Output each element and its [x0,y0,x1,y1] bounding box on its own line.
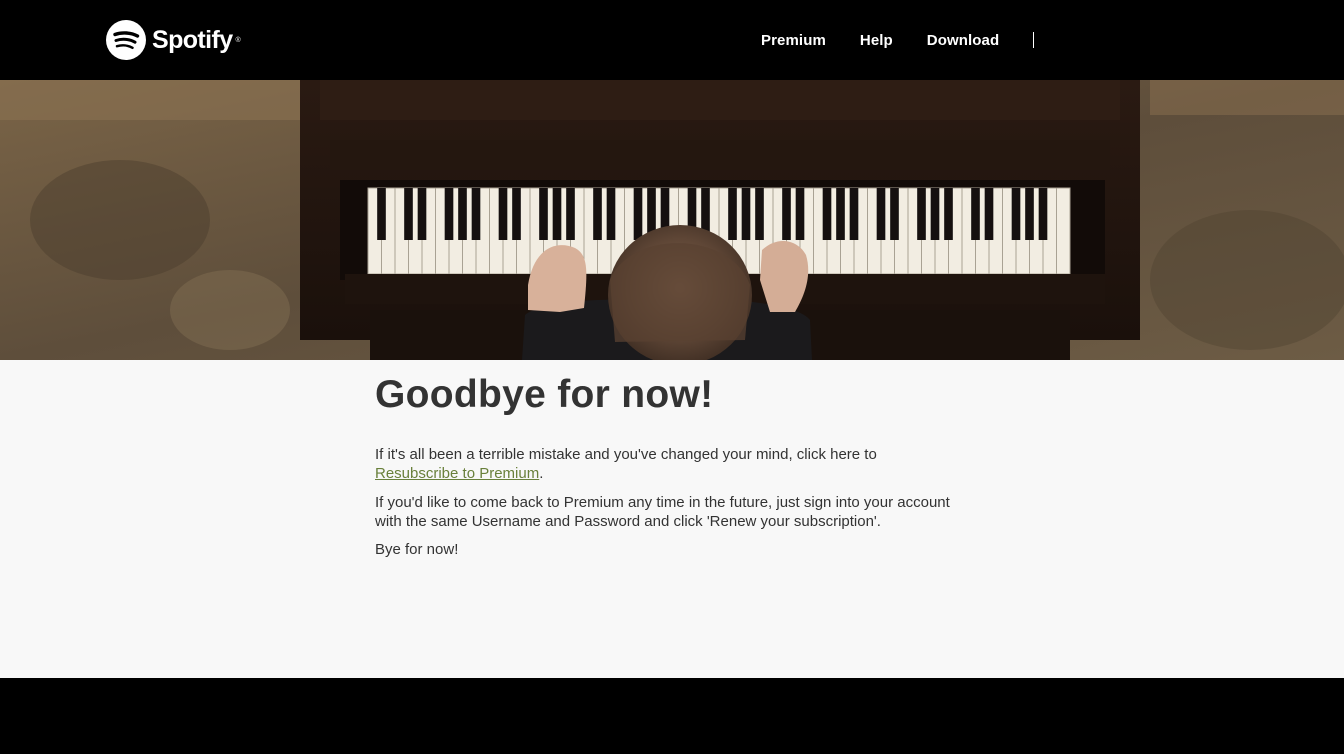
nav-premium[interactable]: Premium [761,32,826,49]
main-nav: Premium Help Download [761,0,1035,80]
nav-divider [1033,32,1035,48]
piano-photo [0,80,1344,360]
main-content: Goodbye for now! If it's all been a terr… [0,360,1344,678]
message-block: Goodbye for now! If it's all been a terr… [375,373,975,559]
bye-paragraph: Bye for now! [375,540,459,558]
renew-paragraph: If you'd like to come back to Premium an… [375,493,950,530]
registered-mark: ® [235,36,241,44]
hero-image [0,80,1344,360]
resubscribe-paragraph: If it's all been a terrible mistake and … [375,445,975,483]
nav-download[interactable]: Download [927,32,999,49]
spotify-logo-icon [106,20,146,60]
page-title: Goodbye for now! [375,373,714,416]
resubscribe-text: If it's all been a terrible mistake and … [375,445,877,463]
top-navbar: Spotify ® Premium Help Download [0,0,1344,80]
brand-name: Spotify [152,25,233,54]
spotify-logo[interactable]: Spotify ® [106,20,241,60]
period: . [539,464,544,482]
resubscribe-link[interactable]: Resubscribe to Premium [375,465,539,482]
footer [0,678,1344,754]
nav-help[interactable]: Help [860,32,893,49]
